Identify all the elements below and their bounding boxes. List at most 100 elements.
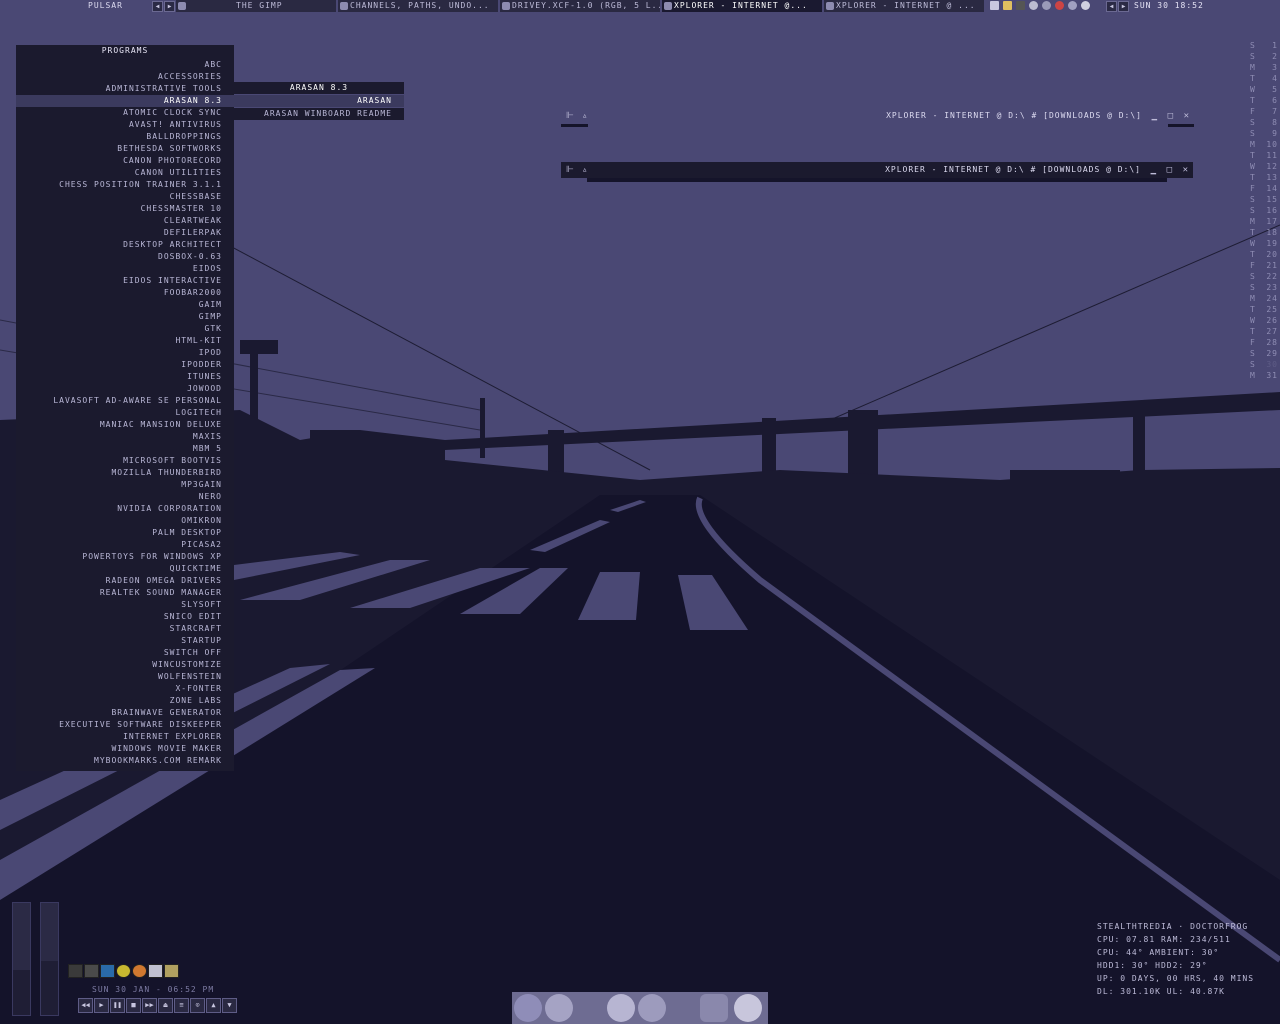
program-item[interactable]: STARCRAFT [16,623,234,635]
program-item[interactable]: FOOBAR2000 [16,287,234,299]
screen-icon[interactable] [100,964,115,978]
program-item[interactable]: WOLFENSTEIN [16,671,234,683]
stop-icon[interactable]: ■ [126,998,141,1013]
program-item[interactable]: BRAINWAVE GENERATOR [16,707,234,719]
play-icon[interactable]: ▶ [94,998,109,1013]
task-button-drivey[interactable]: DRIVEY.XCF-1.0 (RGB, 5 L... [500,0,660,12]
tray-right-button[interactable]: ▶ [1118,1,1129,12]
camera-icon[interactable] [164,964,179,978]
program-item[interactable]: REALTEK SOUND MANAGER [16,587,234,599]
grid-icon[interactable] [148,964,163,978]
program-item[interactable]: STARTUP [16,635,234,647]
thunderbird-icon[interactable] [545,994,573,1022]
window-menu-icon[interactable]: ⊩ [566,162,575,178]
program-item[interactable]: DOSBOX-0.63 [16,251,234,263]
trash-icon[interactable] [734,994,762,1022]
pumpkin-icon[interactable] [132,964,147,978]
leaf-icon[interactable] [116,964,131,978]
program-item[interactable]: WINCUSTOMIZE [16,659,234,671]
program-item[interactable]: ATOMIC CLOCK SYNC [16,107,234,119]
program-item[interactable]: RADEON OMEGA DRIVERS [16,575,234,587]
minimize-icon[interactable]: ▁ [1151,162,1157,178]
submenu-item-arasan-readme[interactable]: ARASAN WINBOARD README [234,108,404,120]
program-item[interactable]: DEFILERPAK [16,227,234,239]
program-item[interactable]: CANON UTILITIES [16,167,234,179]
program-item[interactable]: AVAST! ANTIVIRUS [16,119,234,131]
program-item[interactable]: GAIM [16,299,234,311]
program-item[interactable]: ABC [16,59,234,71]
cube-icon[interactable] [84,964,99,978]
program-item[interactable]: SWITCH OFF [16,647,234,659]
tray-terminal-icon[interactable] [1016,1,1025,10]
maximize-icon[interactable]: □ [1168,108,1174,124]
cube-icon[interactable] [68,964,83,978]
program-item[interactable]: CHESSMASTER 10 [16,203,234,215]
shade-icon[interactable]: ▵ [582,108,588,124]
xplorer-window-shaded[interactable]: ⊩ ▵ XPLORER - INTERNET @ D:\ # [DOWNLOAD… [561,108,1194,127]
tray-globe-icon[interactable] [1042,1,1051,10]
program-item[interactable]: MYBOOKMARKS.COM REMARK [16,755,234,767]
volume-up-icon[interactable]: ▲ [206,998,221,1013]
program-item[interactable]: POWERTOYS FOR WINDOWS XP [16,551,234,563]
program-item[interactable]: MOZILLA THUNDERBIRD [16,467,234,479]
program-item[interactable]: IPODDER [16,359,234,371]
task-button-xplorer-active[interactable]: XPLORER - INTERNET @... [662,0,822,12]
program-item[interactable]: MBM 5 [16,443,234,455]
program-item[interactable]: OMIKRON [16,515,234,527]
program-item[interactable]: ARASAN 8.3 [16,95,234,107]
program-item[interactable]: EIDOS INTERACTIVE [16,275,234,287]
program-item[interactable]: BETHESDA SOFTWORKS [16,143,234,155]
maximize-icon[interactable]: □ [1167,162,1173,178]
submenu-item-arasan[interactable]: ARASAN [234,95,404,107]
settings-icon[interactable]: ⊙ [190,998,205,1013]
close-icon[interactable]: ✕ [1184,108,1190,124]
task-button-gimp[interactable]: THE GIMP [176,0,336,12]
playlist-icon[interactable]: ≡ [174,998,189,1013]
program-item[interactable]: EXECUTIVE SOFTWARE DISKEEPER [16,719,234,731]
program-item[interactable]: CLEARTWEAK [16,215,234,227]
next-task-button[interactable]: ▶ [164,1,175,12]
media-icon[interactable] [638,994,666,1022]
program-item[interactable]: PICASA2 [16,539,234,551]
window-menu-icon[interactable]: ⊩ [566,108,575,124]
tray-antivirus-icon[interactable] [1055,1,1064,10]
program-item[interactable]: CHESS POSITION TRAINER 3.1.1 [16,179,234,191]
program-item[interactable]: LOGITECH [16,407,234,419]
program-item[interactable]: ZONE LABS [16,695,234,707]
program-item[interactable]: BALLDROPPINGS [16,131,234,143]
pause-icon[interactable]: ❚❚ [110,998,125,1013]
program-item[interactable]: ADMINISTRATIVE TOOLS [16,83,234,95]
tray-network-icon[interactable] [1029,1,1038,10]
program-item[interactable]: ACCESSORIES [16,71,234,83]
program-item[interactable]: QUICKTIME [16,563,234,575]
program-item[interactable]: MAXIS [16,431,234,443]
program-item[interactable]: CANON PHOTORECORD [16,155,234,167]
program-item[interactable]: ITUNES [16,371,234,383]
task-button-xplorer[interactable]: XPLORER - INTERNET @ ... [824,0,984,12]
program-item[interactable]: IPOD [16,347,234,359]
task-button-channels[interactable]: CHANNELS, PATHS, UNDO... [338,0,498,12]
program-item[interactable]: X-FONTER [16,683,234,695]
program-item[interactable]: MP3GAIN [16,479,234,491]
itunes-icon[interactable] [607,994,635,1022]
program-item[interactable]: CHESSBASE [16,191,234,203]
tray-chat-icon[interactable] [1081,1,1090,10]
tray-folder-icon[interactable] [1003,1,1012,10]
program-item[interactable]: HTML-KIT [16,335,234,347]
program-item[interactable]: LAVASOFT AD-AWARE SE PERSONAL [16,395,234,407]
program-item[interactable]: GTK [16,323,234,335]
program-item[interactable]: WINDOWS MOVIE MAKER [16,743,234,755]
program-item[interactable]: INTERNET EXPLORER [16,731,234,743]
tray-left-button[interactable]: ◀ [1106,1,1117,12]
close-icon[interactable]: ✕ [1183,162,1189,178]
gaim-icon[interactable] [576,994,604,1022]
eject-icon[interactable]: ⏏ [158,998,173,1013]
program-item[interactable]: SLYSOFT [16,599,234,611]
program-item[interactable]: JOWOOD [16,383,234,395]
program-item[interactable]: EIDOS [16,263,234,275]
tray-speaker-icon[interactable] [1068,1,1077,10]
program-item[interactable]: NERO [16,491,234,503]
gimp-wilber-icon[interactable] [669,994,697,1022]
volume-down-icon[interactable]: ▼ [222,998,237,1013]
rewind-icon[interactable]: ◀◀ [78,998,93,1013]
